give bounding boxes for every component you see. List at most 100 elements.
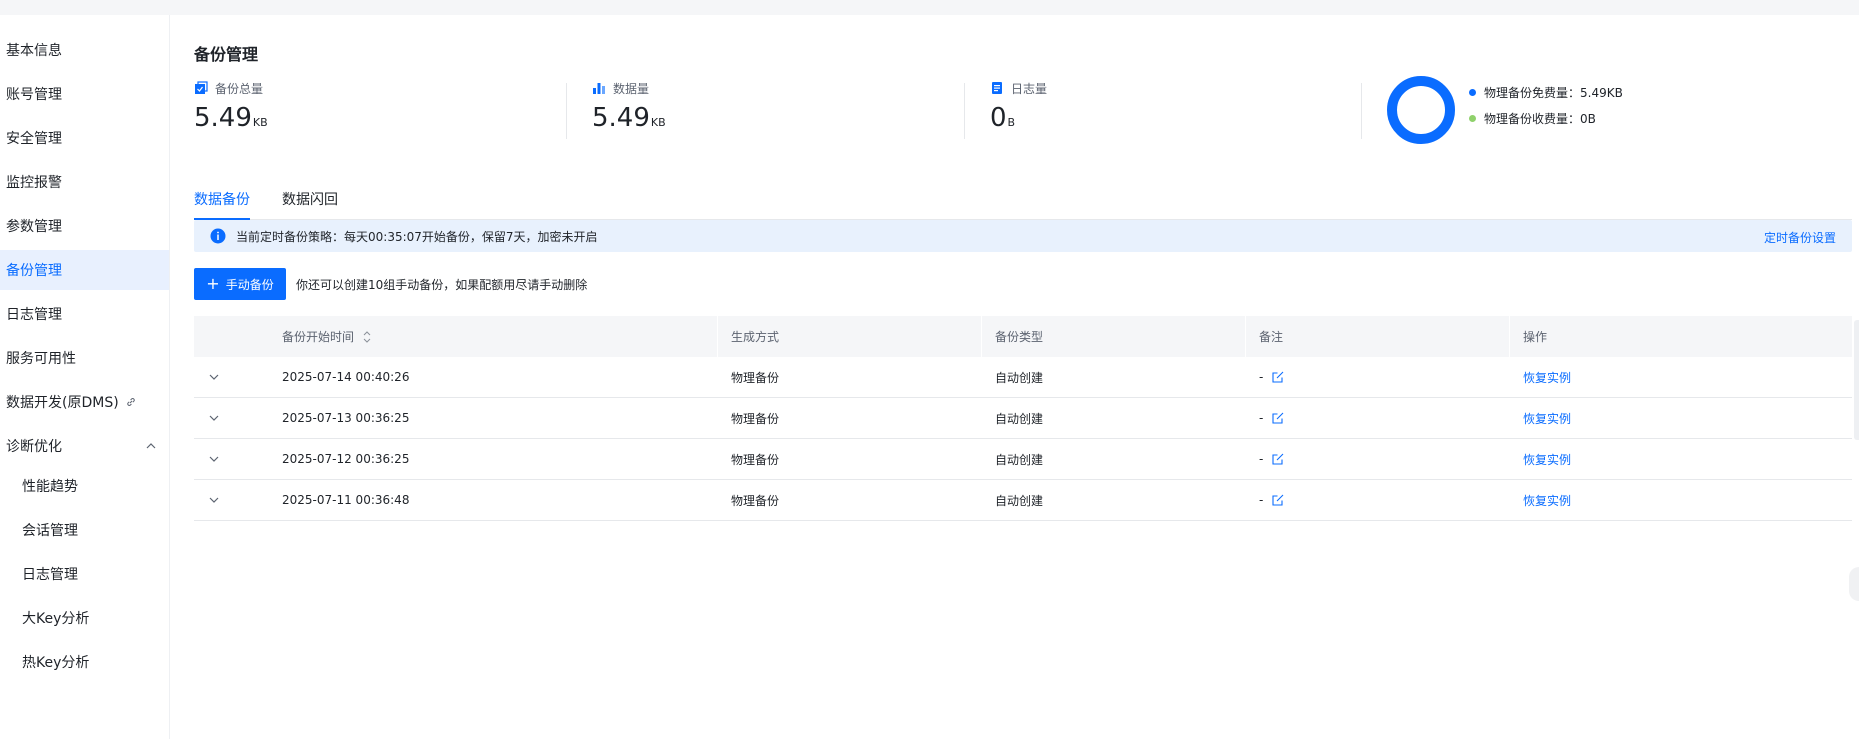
cell-note: - [1259,411,1264,425]
sidebar-item-label: 服务可用性 [6,351,76,367]
legend-paid: 物理备份收费量：0B [1469,110,1596,127]
sidebar-item-diagnosis[interactable]: 诊断优化 [0,426,169,466]
cell-method: 物理备份 [731,411,780,426]
sidebar-item-label: 账号管理 [6,87,62,103]
sidebar-item-label: 大Key分析 [22,611,90,627]
divider [964,83,965,139]
cell-type: 自动创建 [995,452,1044,467]
stat-label: 数据量 [613,81,650,96]
stat-value: 5.49 [194,103,252,133]
cell-note: - [1259,493,1264,507]
stat-label: 日志量 [1011,81,1048,96]
column-separator [1245,316,1246,357]
table-row: 2025-07-11 00:36:48 物理备份 自动创建 - 恢复实例 [194,480,1852,521]
sidebar-subitem-logs[interactable]: 日志管理 [0,554,169,594]
log-icon [992,82,1002,94]
backup-total-icon [195,81,208,94]
edit-icon[interactable] [1271,370,1285,384]
column-separator [717,316,718,357]
cell-method: 物理备份 [731,493,780,508]
info-icon [210,228,226,244]
manual-backup-label: 手动备份 [225,277,274,292]
stat-value: 0 [990,103,1007,133]
table-row: 2025-07-13 00:36:25 物理备份 自动创建 - 恢复实例 [194,398,1852,439]
sidebar-item-label: 诊断优化 [6,439,62,455]
sidebar: 基本信息 账号管理 安全管理 监控报警 参数管理 备份管理 日志管理 服务可用性… [0,15,170,739]
cell-type: 自动创建 [995,411,1044,426]
chevron-up-icon[interactable] [145,440,157,452]
sidebar-item-label: 热Key分析 [22,655,90,671]
cell-time: 2025-07-13 00:36:25 [282,411,410,425]
divider [1361,83,1362,139]
stat-unit: KB [650,116,666,129]
cell-type: 自动创建 [995,493,1044,508]
restore-instance-link[interactable]: 恢复实例 [1523,398,1571,438]
cell-method: 物理备份 [731,370,780,385]
bar-chart-icon [593,83,605,94]
sidebar-item-logs[interactable]: 日志管理 [0,294,169,334]
column-header-method: 生成方式 [731,316,779,357]
legend-label: 物理备份收费量：0B [1484,112,1596,126]
sidebar-subitem-sessions[interactable]: 会话管理 [0,510,169,550]
sort-icon[interactable] [362,330,372,344]
legend-dot [1469,115,1476,122]
sidebar-item-monitoring[interactable]: 监控报警 [0,162,169,202]
sidebar-subitem-performance[interactable]: 性能趋势 [0,466,169,506]
sidebar-item-backup[interactable]: 备份管理 [0,250,169,290]
edit-icon[interactable] [1271,452,1285,466]
sidebar-item-basic-info[interactable]: 基本信息 [0,30,169,70]
sidebar-item-availability[interactable]: 服务可用性 [0,338,169,378]
legend-free: 物理备份免费量：5.49KB [1469,84,1623,101]
column-header-time[interactable]: 备份开始时间 [282,316,372,357]
edit-icon[interactable] [1271,493,1285,507]
backup-usage-donut [1387,76,1455,144]
chevron-down-icon[interactable] [208,494,220,506]
column-header-note: 备注 [1259,316,1283,357]
restore-instance-link[interactable]: 恢复实例 [1523,357,1571,397]
manual-backup-button[interactable]: + 手动备份 [194,268,286,300]
sidebar-item-label: 备份管理 [6,263,62,279]
sidebar-item-label: 性能趋势 [22,479,78,495]
sidebar-item-parameters[interactable]: 参数管理 [0,206,169,246]
sidebar-item-data-dev[interactable]: 数据开发(原DMS) [0,382,169,422]
sidebar-item-label: 会话管理 [22,523,78,539]
edit-icon[interactable] [1271,411,1285,425]
column-label: 备份类型 [995,330,1044,344]
cell-time: 2025-07-11 00:36:48 [282,493,410,507]
restore-instance-link[interactable]: 恢复实例 [1523,480,1571,520]
plus-icon: + [206,274,220,293]
stat-label: 备份总量 [215,81,264,96]
scheduled-backup-settings-link[interactable]: 定时备份设置 [1764,229,1836,246]
sidebar-subitem-bigkey[interactable]: 大Key分析 [0,598,169,638]
backup-policy-banner: 当前定时备份策略：每天00:35:07开始备份，保留7天，加密未开启 定时备份设… [194,220,1852,252]
legend-label: 物理备份免费量：5.49KB [1484,86,1623,100]
floating-helper-tab[interactable] [1849,567,1859,601]
sidebar-item-label: 基本信息 [6,43,62,59]
donut-segment-free [1387,76,1455,144]
chevron-down-icon[interactable] [208,453,220,465]
cell-time: 2025-07-12 00:36:25 [282,452,410,466]
cell-note: - [1259,370,1264,384]
cell-type: 自动创建 [995,370,1044,385]
side-drawer-handle[interactable] [1854,320,1859,440]
chevron-down-icon[interactable] [208,412,220,424]
restore-instance-link[interactable]: 恢复实例 [1523,439,1571,479]
table-row: 2025-07-12 00:36:25 物理备份 自动创建 - 恢复实例 [194,439,1852,480]
table-header: 备份开始时间 生成方式 备份类型 备注 操作 [194,316,1852,357]
column-separator [1509,316,1510,357]
cell-time: 2025-07-14 00:40:26 [282,370,410,384]
chevron-down-icon[interactable] [208,371,220,383]
sidebar-item-label: 日志管理 [22,567,78,583]
legend-dot [1469,89,1476,96]
sidebar-item-security[interactable]: 安全管理 [0,118,169,158]
tabs: 数据备份 数据闪回 [194,175,1852,220]
sidebar-item-accounts[interactable]: 账号管理 [0,74,169,114]
tab-data-flashback[interactable]: 数据闪回 [282,189,338,220]
column-separator [981,316,982,357]
top-bar [0,0,1859,15]
stat-log-volume: 日志量 0B [990,79,1047,139]
tab-data-backup[interactable]: 数据备份 [194,189,250,220]
sidebar-item-label: 数据开发(原DMS) [6,395,119,411]
sidebar-item-label: 日志管理 [6,307,62,323]
sidebar-subitem-hotkey[interactable]: 热Key分析 [0,642,169,682]
